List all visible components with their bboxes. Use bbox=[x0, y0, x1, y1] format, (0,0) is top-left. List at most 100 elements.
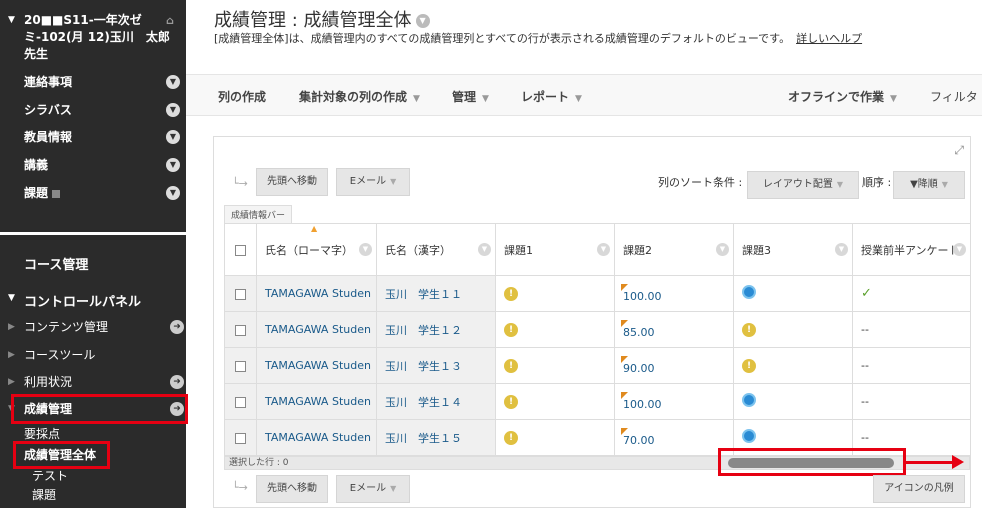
assignment2-cell[interactable]: 85.00 bbox=[614, 311, 734, 348]
needs-grading-icon[interactable]: ! bbox=[504, 287, 518, 301]
chevron-down-icon[interactable]: ▼ bbox=[716, 243, 729, 256]
reports-menu[interactable]: レポート ▼ bbox=[521, 88, 582, 105]
assignment2-cell[interactable]: 100.00 bbox=[614, 383, 734, 420]
needs-grading-icon[interactable]: ! bbox=[504, 431, 518, 445]
student-kanji-name[interactable]: 玉川 学生１４ bbox=[376, 383, 496, 420]
filter-button[interactable]: フィルタ bbox=[930, 88, 978, 105]
column-header-kanji-name[interactable]: 氏名（漢字） ▼ bbox=[376, 223, 496, 276]
move-to-top-button-bottom[interactable]: 先頭へ移動 bbox=[256, 475, 328, 503]
student-kanji-name[interactable]: 玉川 学生１５ bbox=[376, 419, 496, 456]
needs-grading-icon[interactable]: ! bbox=[504, 395, 518, 409]
column-header-roman-name[interactable]: ▲ 氏名（ローマ字） ▼ bbox=[256, 223, 377, 276]
row-checkbox[interactable] bbox=[235, 396, 246, 408]
student-kanji-name[interactable]: 玉川 学生１１ bbox=[376, 275, 496, 312]
checkmark-icon[interactable]: ✓ bbox=[861, 286, 872, 301]
home-icon[interactable]: ⌂ bbox=[166, 12, 178, 27]
move-to-top-button[interactable]: 先頭へ移動 bbox=[256, 168, 328, 196]
grade-value[interactable]: 70.00 bbox=[621, 428, 655, 447]
chevron-down-icon[interactable]: ▼ bbox=[415, 14, 430, 28]
in-progress-icon[interactable] bbox=[742, 285, 756, 299]
assignment3-cell[interactable] bbox=[733, 383, 853, 420]
student-kanji-name[interactable]: 玉川 学生１３ bbox=[376, 347, 496, 384]
grade-empty[interactable]: -- bbox=[861, 431, 869, 444]
row-checkbox[interactable] bbox=[235, 360, 246, 372]
grade-empty[interactable]: -- bbox=[861, 395, 869, 408]
menu-item-faculty-info[interactable]: 教員情報 ▼ bbox=[24, 127, 180, 147]
chevron-down-icon[interactable]: ▼ bbox=[166, 186, 180, 200]
column-header-survey[interactable]: 授業前半アンケート ▼ bbox=[852, 223, 971, 276]
needs-grading-icon[interactable]: ! bbox=[742, 359, 756, 373]
chevron-down-icon[interactable]: ▼ bbox=[478, 243, 491, 256]
create-column-button[interactable]: 列の作成 bbox=[218, 88, 266, 105]
assignment1-cell[interactable]: ! bbox=[495, 419, 615, 456]
grade-empty[interactable]: -- bbox=[861, 359, 869, 372]
menu-item-announcements[interactable]: 連絡事項 ▼ bbox=[24, 72, 180, 92]
course-title[interactable]: ▼ 20■■S11-一年次ゼミ-102(月 12)玉川 太郎先生 ⌂ bbox=[8, 12, 178, 63]
grade-value[interactable]: 100.00 bbox=[621, 284, 662, 303]
create-calculated-column-button[interactable]: 集計対象の列の作成 ▼ bbox=[299, 88, 420, 105]
icon-legend-button[interactable]: アイコンの凡例 bbox=[873, 475, 965, 503]
row-checkbox[interactable] bbox=[235, 432, 246, 444]
survey-cell[interactable]: ✓ bbox=[852, 275, 971, 312]
control-panel-heading[interactable]: ▼ コントロールパネル bbox=[8, 291, 141, 310]
student-roman-name[interactable]: TAMAGAWA Studen bbox=[256, 347, 377, 384]
survey-cell[interactable]: -- bbox=[852, 347, 971, 384]
needs-grading-icon[interactable]: ! bbox=[504, 359, 518, 373]
needs-grading-icon[interactable]: ! bbox=[504, 323, 518, 337]
work-offline-menu[interactable]: オフラインで作業 ▼ bbox=[788, 88, 897, 105]
cp-item-content[interactable]: ▶ コンテンツ管理 ➜ bbox=[8, 316, 184, 338]
sub-item-assignments[interactable]: 課題 bbox=[32, 486, 56, 504]
cp-item-usage[interactable]: ▶ 利用状況 ➜ bbox=[8, 371, 184, 393]
assignment1-cell[interactable]: ! bbox=[495, 383, 615, 420]
assignment1-cell[interactable]: ! bbox=[495, 347, 615, 384]
survey-cell[interactable]: -- bbox=[852, 383, 971, 420]
email-button-bottom[interactable]: Eメール ▼ bbox=[336, 475, 410, 503]
arrow-right-circle-icon[interactable]: ➜ bbox=[170, 320, 184, 334]
assignment1-cell[interactable]: ! bbox=[495, 311, 615, 348]
survey-cell[interactable]: -- bbox=[852, 311, 971, 348]
grade-value[interactable]: 85.00 bbox=[621, 320, 655, 339]
manage-menu[interactable]: 管理 ▼ bbox=[452, 88, 489, 105]
student-roman-name[interactable]: TAMAGAWA Studen bbox=[256, 419, 377, 456]
student-roman-name[interactable]: TAMAGAWA Studen bbox=[256, 311, 377, 348]
row-checkbox[interactable] bbox=[235, 324, 246, 336]
select-all-checkbox[interactable] bbox=[235, 244, 246, 256]
sort-columns-select[interactable]: レイアウト配置 ▼ bbox=[747, 171, 859, 199]
column-header-assignment1[interactable]: 課題1 ▼ bbox=[495, 223, 615, 276]
arrow-right-circle-icon[interactable]: ➜ bbox=[170, 375, 184, 389]
assignment2-cell[interactable]: 70.00 bbox=[614, 419, 734, 456]
assignment1-cell[interactable]: ! bbox=[495, 275, 615, 312]
assignment3-cell[interactable] bbox=[733, 275, 853, 312]
chevron-down-icon[interactable]: ▼ bbox=[597, 243, 610, 256]
student-roman-name[interactable]: TAMAGAWA Studen bbox=[256, 383, 377, 420]
chevron-down-icon[interactable]: ▼ bbox=[166, 158, 180, 172]
sub-item-tests[interactable]: テスト bbox=[32, 467, 68, 485]
chevron-down-icon[interactable]: ▼ bbox=[835, 243, 848, 256]
grade-empty[interactable]: -- bbox=[861, 323, 869, 336]
chevron-down-icon[interactable]: ▼ bbox=[953, 243, 966, 256]
order-select[interactable]: ▼降順 ▼ bbox=[893, 171, 965, 199]
collapse-arrow-icon[interactable]: ▼ bbox=[8, 12, 15, 29]
assignment2-cell[interactable]: 90.00 bbox=[614, 347, 734, 384]
assignment2-cell[interactable]: 100.00 bbox=[614, 275, 734, 312]
fullscreen-icon[interactable]: ⤢ bbox=[954, 143, 964, 158]
student-kanji-name[interactable]: 玉川 学生１２ bbox=[376, 311, 496, 348]
in-progress-icon[interactable] bbox=[742, 393, 756, 407]
menu-item-assignments[interactable]: 課題 ▼ bbox=[24, 183, 180, 203]
grade-value[interactable]: 90.00 bbox=[621, 356, 655, 375]
grade-value[interactable]: 100.00 bbox=[621, 392, 662, 411]
email-button[interactable]: Eメール ▼ bbox=[336, 168, 410, 196]
needs-grading-icon[interactable]: ! bbox=[742, 323, 756, 337]
row-checkbox[interactable] bbox=[235, 288, 246, 300]
chevron-down-icon[interactable]: ▼ bbox=[166, 103, 180, 117]
chevron-down-icon[interactable]: ▼ bbox=[166, 130, 180, 144]
menu-item-syllabus[interactable]: シラバス ▼ bbox=[24, 100, 180, 120]
chevron-down-icon[interactable]: ▼ bbox=[359, 243, 372, 256]
chevron-down-icon[interactable]: ▼ bbox=[166, 75, 180, 89]
column-header-assignment2[interactable]: 課題2 ▼ bbox=[614, 223, 734, 276]
in-progress-icon[interactable] bbox=[742, 429, 756, 443]
column-header-assignment3[interactable]: 課題3 ▼ bbox=[733, 223, 853, 276]
cp-item-course-tools[interactable]: ▶ コースツール bbox=[8, 344, 184, 366]
help-link[interactable]: 詳しいヘルプ bbox=[796, 32, 862, 45]
student-roman-name[interactable]: TAMAGAWA Studen bbox=[256, 275, 377, 312]
